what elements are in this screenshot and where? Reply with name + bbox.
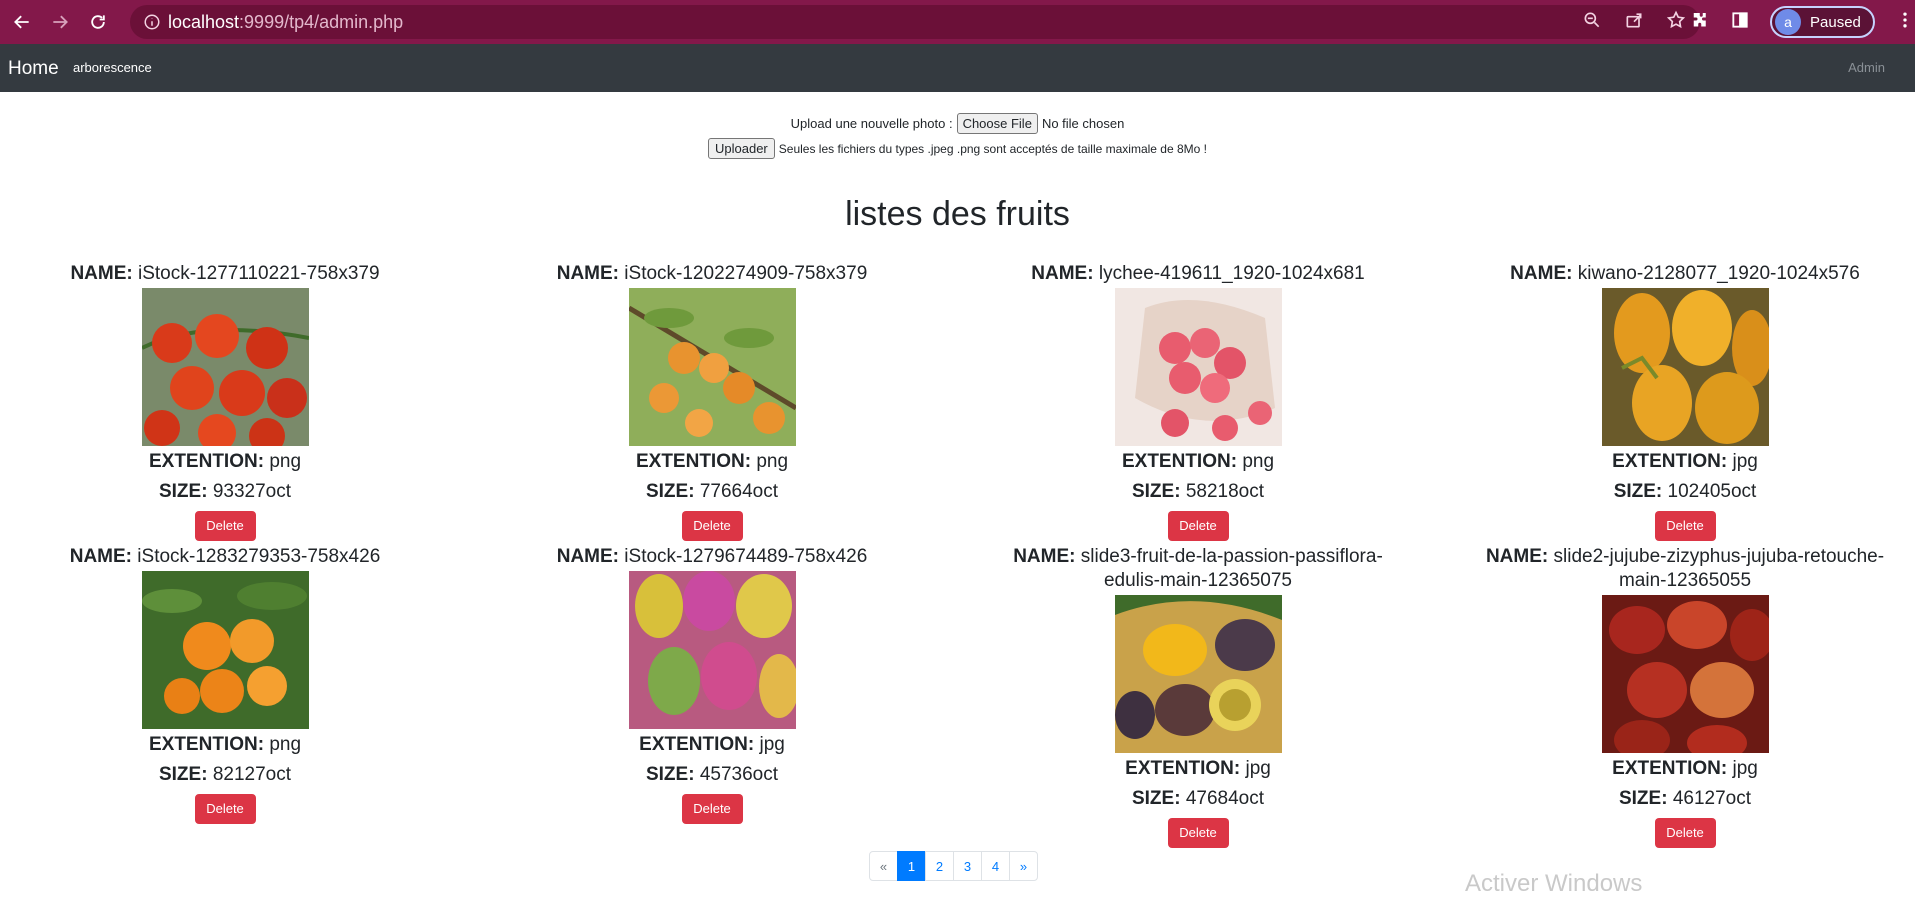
upload-form: Upload une nouvelle photo : Choose File …	[0, 113, 1915, 134]
pagination-page-3[interactable]: 3	[953, 851, 982, 881]
pagination-page-2[interactable]: 2	[925, 851, 954, 881]
fruit-size: 93327oct	[212, 481, 292, 502]
fruit-name: NAME: iStock-1277110221-758x379	[70, 263, 380, 284]
fruit-image-apricots	[628, 288, 796, 446]
pagination-page-1[interactable]: 1	[897, 851, 926, 881]
fruit-name: NAME: iStock-1202274909-758x379	[556, 263, 868, 284]
fruit-name: NAME: slide2-jujube-zizyphus-jujuba-reto…	[1485, 546, 1885, 591]
browser-toolbar: localhost:9999/tp4/admin.php a Paused	[0, 0, 1915, 44]
profile-button[interactable]: a Paused	[1770, 6, 1875, 38]
fruit-extension: jpg	[1245, 758, 1271, 779]
extensions-puzzle-icon[interactable]	[1690, 10, 1710, 34]
pagination-page-4[interactable]: 4	[981, 851, 1010, 881]
reload-icon[interactable]	[79, 0, 117, 44]
choose-file-button[interactable]: Choose File	[956, 113, 1038, 134]
avatar: a	[1775, 9, 1801, 35]
fruit-card: NAME: iStock-1279674489-758x426 EXTENTIO…	[507, 545, 917, 824]
delete-button[interactable]: Delete	[194, 511, 256, 541]
fruit-name: NAME: iStock-1283279353-758x426	[69, 546, 381, 567]
delete-button[interactable]: Delete	[1654, 818, 1716, 848]
fruit-name: NAME: lychee-419611_1920-1024x681	[1031, 263, 1365, 284]
fruit-extension: png	[269, 734, 302, 755]
fruit-image-prickly-pears	[628, 571, 796, 729]
delete-button[interactable]: Delete	[681, 794, 743, 824]
back-arrow-icon[interactable]	[3, 0, 41, 44]
fruit-name: NAME: kiwano-2128077_1920-1024x576	[1510, 263, 1860, 284]
nav-arborescence-link[interactable]: arborescence	[73, 60, 152, 75]
bookmark-star-icon[interactable]	[1666, 10, 1686, 34]
fruit-size: 102405oct	[1667, 481, 1757, 502]
pagination-prev[interactable]: «	[869, 851, 898, 881]
nav-admin-link[interactable]: Admin	[1848, 60, 1885, 75]
fruit-extension: jpg	[759, 734, 785, 755]
fruit-extension: png	[1242, 451, 1275, 472]
fruit-image-kumquats	[141, 571, 309, 729]
fruit-card: NAME: lychee-419611_1920-1024x681 EXTENT…	[993, 262, 1403, 541]
fruit-extension: jpg	[1732, 758, 1758, 779]
pagination-next[interactable]: »	[1009, 851, 1038, 881]
fruit-size: 45736oct	[699, 764, 779, 785]
fruit-extension: png	[756, 451, 789, 472]
delete-button[interactable]: Delete	[1167, 511, 1229, 541]
fruit-image-tomatoes	[141, 288, 309, 446]
forward-arrow-icon[interactable]	[41, 0, 79, 44]
site-navbar: Home arborescence Admin	[0, 44, 1915, 92]
nav-home-link[interactable]: Home	[8, 58, 59, 80]
fruit-card: NAME: kiwano-2128077_1920-1024x576 EXTEN…	[1480, 262, 1890, 541]
upload-button[interactable]: Uploader	[708, 138, 775, 159]
delete-button[interactable]: Delete	[194, 794, 256, 824]
fruit-extension: png	[269, 451, 302, 472]
fruit-card: NAME: slide2-jujube-zizyphus-jujuba-reto…	[1480, 545, 1890, 848]
share-icon[interactable]	[1624, 10, 1644, 34]
delete-button[interactable]: Delete	[681, 511, 743, 541]
fruit-size: 77664oct	[699, 481, 779, 502]
fruit-card: NAME: iStock-1202274909-758x379 EXTENTIO…	[507, 262, 917, 541]
upload-label: Upload une nouvelle photo :	[790, 116, 953, 131]
profile-status: Paused	[1810, 13, 1861, 31]
page-title: listes des fruits	[845, 195, 1070, 233]
windows-activation-watermark: Activer Windows	[1465, 870, 1643, 897]
fruit-size: 82127oct	[212, 764, 292, 785]
kebab-menu-icon[interactable]	[1895, 10, 1915, 34]
site-info-icon[interactable]	[136, 5, 168, 39]
fruit-size: 47684oct	[1185, 788, 1265, 809]
fruit-card: NAME: slide3-fruit-de-la-passion-passifl…	[993, 545, 1403, 848]
fruit-extension: jpg	[1732, 451, 1758, 472]
address-bar[interactable]: localhost:9999/tp4/admin.php	[130, 5, 1700, 39]
url-text: localhost:9999/tp4/admin.php	[168, 11, 404, 32]
fruit-name: NAME: slide3-fruit-de-la-passion-passifl…	[1013, 546, 1383, 591]
pagination: « 1 2 3 4 »	[869, 851, 1038, 881]
fruit-card: NAME: iStock-1277110221-758x379 EXTENTIO…	[20, 262, 430, 541]
fruit-image-lychees	[1114, 288, 1282, 446]
zoom-out-icon[interactable]	[1582, 10, 1602, 34]
fruit-image-kiwano	[1601, 288, 1769, 446]
fruit-size: 46127oct	[1672, 788, 1752, 809]
fruit-image-passion-fruits	[1114, 595, 1282, 753]
fruit-card: NAME: iStock-1283279353-758x426 EXTENTIO…	[20, 545, 430, 824]
fruit-name: NAME: iStock-1279674489-758x426	[556, 546, 868, 567]
fruit-image-jujubes	[1601, 595, 1769, 753]
fruit-size: 58218oct	[1185, 481, 1265, 502]
delete-button[interactable]: Delete	[1654, 511, 1716, 541]
file-status: No file chosen	[1041, 116, 1125, 131]
side-panel-icon[interactable]	[1730, 10, 1750, 34]
upload-hint: Seules les fichiers du types .jpeg .png …	[778, 141, 1207, 156]
delete-button[interactable]: Delete	[1167, 818, 1229, 848]
